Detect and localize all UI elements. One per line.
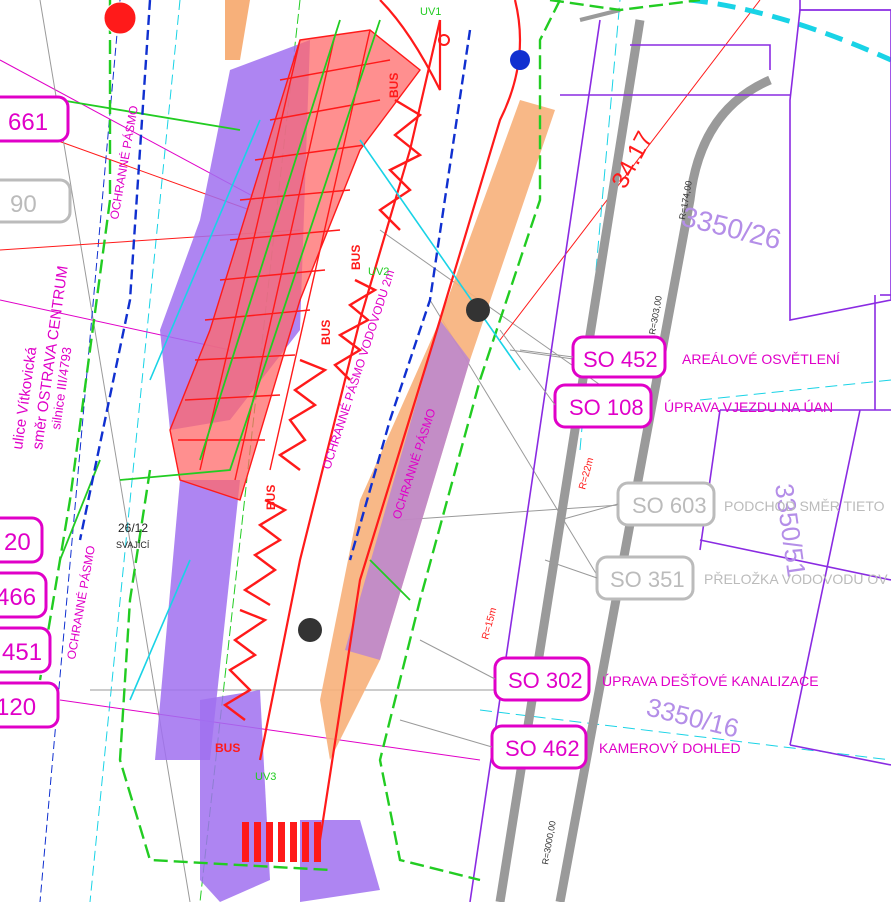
so-351-code: SO 351 — [610, 567, 685, 592]
so-452-code: SO 452 — [583, 347, 658, 372]
so-302-code: SO 302 — [508, 668, 583, 693]
so-302-desc: ÚPRAVA DEŠŤOVÉ KANALIZACE — [602, 673, 819, 689]
left-label-5-text: 451 — [2, 639, 42, 666]
bus-label-2: BUS — [349, 245, 363, 270]
left-label-4[interactable]: 466 — [0, 571, 48, 619]
so-462-code: SO 462 — [505, 736, 580, 761]
so-108-code: SO 108 — [569, 395, 644, 420]
left-label-2-text: 90 — [10, 191, 37, 218]
bottom-right-purple — [300, 820, 380, 902]
uv-label-2: UV2 — [368, 266, 389, 278]
so-603-desc: PODCHOD SMĚR TIETO — [724, 498, 885, 514]
bus-label-4: BUS — [264, 485, 278, 510]
radius-label-5: R=3000,00 — [540, 820, 558, 865]
left-label-3[interactable]: 20 — [0, 516, 44, 564]
svajici-text: SVAJÍCÍ — [116, 540, 150, 550]
uv-label-3: UV3 — [255, 771, 276, 783]
top-orange-wedge — [225, 0, 250, 60]
left-label-6-text: 120 — [0, 694, 36, 721]
so-351-desc: PŘELOŽKA VODOVODU OV — [704, 571, 888, 587]
svajici-label: 26/12 — [118, 521, 148, 535]
uv-label-1: UV1 — [420, 6, 441, 18]
parcel-label-2: 3350/51 — [769, 482, 812, 579]
bottom-purple-strip — [200, 690, 270, 902]
left-label-6[interactable]: 120 — [0, 681, 60, 729]
left-label-3-text: 20 — [4, 529, 31, 556]
radius-label-2: R=15m — [480, 607, 499, 641]
radius-label-4: R=303,00 — [647, 295, 664, 335]
bus-label-3: BUS — [319, 320, 333, 345]
so-label-452[interactable]: SO 452 AREÁLOVÉ OSVĚTLENÍ — [571, 335, 840, 379]
so-label-108[interactable]: SO 108 ÚPRAVA VJEZDU NA ÚAN — [553, 383, 833, 429]
radius-label-1: R=22m — [577, 457, 596, 491]
so-452-desc: AREÁLOVÉ OSVĚTLENÍ — [682, 351, 840, 367]
left-label-1[interactable]: 661 — [0, 95, 70, 143]
protection-zone-2: OCHRANNÉ PÁSMO VODOVODU 2m — [319, 268, 398, 471]
map-canvas[interactable]: 34.17 3350/26 3350/51 3350/16 ulice Vítk… — [0, 0, 891, 902]
so-462-desc: KAMEROVÝ DOHLED — [599, 740, 741, 756]
so-603-code: SO 603 — [632, 493, 707, 518]
left-label-5[interactable]: 451 — [0, 626, 52, 674]
parcel-label-1: 3350/26 — [679, 201, 785, 256]
bus-label-5: BUS — [215, 741, 240, 755]
left-label-4-text: 466 — [0, 584, 36, 611]
site-plan-drawing[interactable]: 34.17 3350/26 3350/51 3350/16 ulice Vítk… — [0, 0, 891, 902]
protection-zone-4: OCHRANNÉ PÁSMO — [63, 544, 98, 660]
so-label-351[interactable]: SO 351 PŘELOŽKA VODOVODU OV — [595, 555, 888, 601]
left-label-2[interactable]: 90 — [0, 178, 72, 224]
so-108-desc: ÚPRAVA VJEZDU NA ÚAN — [664, 399, 833, 415]
so-label-603[interactable]: SO 603 PODCHOD SMĚR TIETO — [616, 481, 885, 527]
parcel-label-3: 3350/16 — [644, 692, 742, 744]
cyan-boundary-curve — [689, 0, 891, 63]
left-label-1-text: 661 — [8, 109, 48, 136]
bus-label-1: BUS — [387, 73, 401, 98]
